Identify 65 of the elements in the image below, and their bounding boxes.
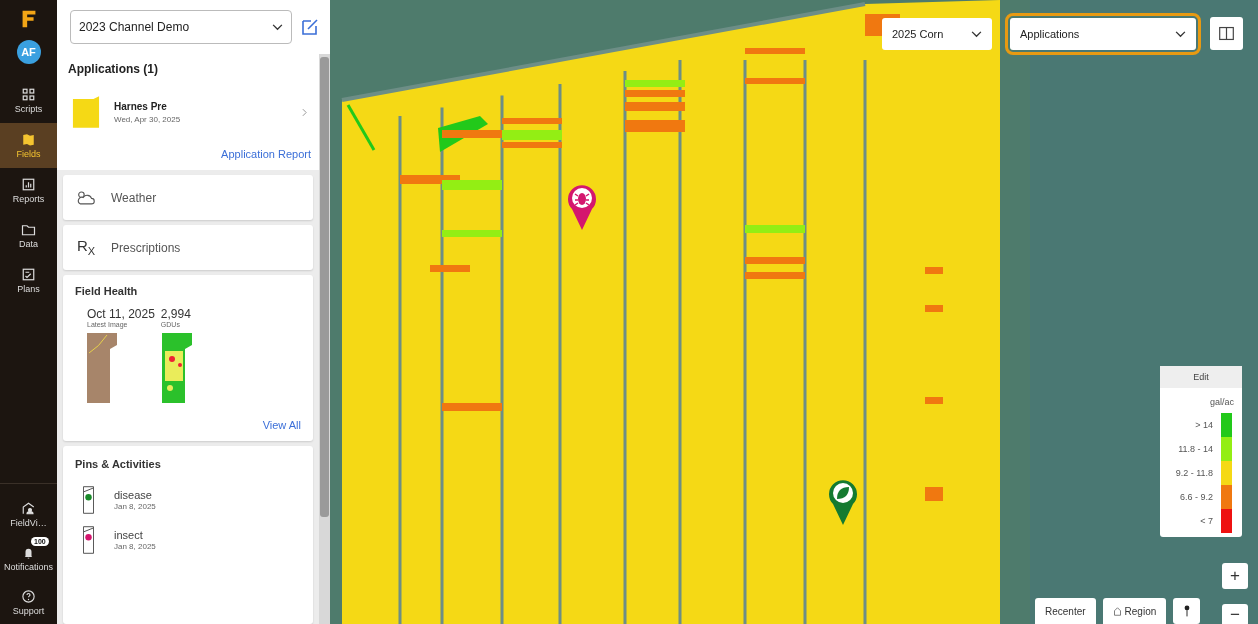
chart-icon	[21, 177, 36, 192]
drop-pin-button[interactable]	[1173, 598, 1201, 624]
region-icon	[1112, 606, 1122, 616]
view-all-link[interactable]: View All	[262, 419, 301, 431]
house-person-icon	[21, 500, 36, 516]
nav-item[interactable]: Plans	[0, 258, 57, 303]
pin-icon	[1183, 604, 1190, 618]
chevron-right-icon	[302, 107, 307, 117]
recenter-button[interactable]: Recenter	[1035, 598, 1096, 624]
legend-edit-button[interactable]: Edit	[1160, 366, 1242, 388]
legend-label: > 14	[1195, 420, 1213, 430]
grid-icon	[21, 87, 36, 102]
section-title: Applications (1)	[68, 62, 159, 76]
chevron-down-icon	[971, 30, 982, 38]
stat-value: Oct 11, 2025	[87, 307, 155, 321]
field-thumbnail-icon	[72, 96, 100, 128]
operation-dropdown[interactable]: 2023 Channel Demo	[70, 10, 292, 44]
panel-card[interactable]: R$_{X}$ Prescriptions	[63, 225, 313, 270]
help-icon	[21, 588, 36, 604]
legend-unit: gal/ac	[1208, 396, 1235, 409]
activity-date: Jan 8, 2025	[114, 542, 156, 551]
bug-pin-icon[interactable]	[567, 183, 597, 231]
application-item[interactable]: Harnes Pre Wed, Apr 30, 2025	[68, 92, 311, 148]
application-name: Harnes Pre	[114, 100, 168, 112]
zoom-out-button[interactable]: −	[1222, 604, 1248, 624]
field-pin-icon	[83, 526, 94, 554]
nav-item[interactable]: Fields	[0, 123, 57, 168]
edit-icon[interactable]	[300, 17, 320, 37]
activity-name: insect	[114, 529, 144, 541]
activity-item[interactable]: disease Jan 8, 2025	[75, 480, 301, 520]
nav-item[interactable]: Data	[0, 213, 57, 258]
nav-item[interactable]: Support	[0, 580, 57, 624]
season-dropdown[interactable]: 2025 Corn	[882, 18, 992, 50]
section-title: Field Health	[75, 285, 139, 297]
field-health-thumbnail	[161, 333, 192, 403]
nav-item[interactable]: Reports	[0, 168, 57, 213]
legend-label: < 7	[1200, 516, 1213, 526]
legend-label: 11.8 - 14	[1178, 444, 1213, 454]
rx-symbol: R$_{X}$	[75, 238, 97, 257]
stat-value: 2,994	[160, 307, 192, 321]
cloud-sun-icon	[75, 189, 97, 206]
checklist-icon	[21, 267, 36, 282]
zoom-in-button[interactable]: +	[1222, 563, 1248, 589]
nav-item[interactable]: Scripts	[0, 78, 57, 123]
region-button[interactable]: Region	[1102, 598, 1167, 624]
split-view-button[interactable]	[1210, 17, 1243, 50]
legend-label: 6.6 - 9.2	[1179, 492, 1213, 502]
activity-date: Jan 8, 2025	[114, 502, 156, 511]
field-image-thumbnail	[87, 333, 117, 403]
legend-label: 9.2 - 11.8	[1175, 468, 1213, 478]
application-report-link[interactable]: Application Report	[221, 148, 311, 160]
activity-name: disease	[114, 489, 153, 501]
application-date: Wed, Apr 30, 2025	[114, 114, 182, 124]
nav-item[interactable]: FieldVi…	[0, 492, 57, 536]
field-pin-icon	[83, 486, 94, 514]
activity-item[interactable]: insect Jan 8, 2025	[75, 520, 301, 560]
panel-card[interactable]: Weather	[63, 175, 313, 220]
split-view-icon	[1218, 25, 1235, 42]
leaf-pin-icon[interactable]	[828, 478, 858, 526]
scrollbar-thumb[interactable]	[320, 57, 329, 517]
map-icon	[21, 132, 36, 147]
section-title: Pins & Activities	[75, 458, 162, 470]
chevron-down-icon	[1175, 30, 1186, 38]
chevron-down-icon	[272, 23, 283, 31]
folder-icon	[21, 222, 36, 237]
